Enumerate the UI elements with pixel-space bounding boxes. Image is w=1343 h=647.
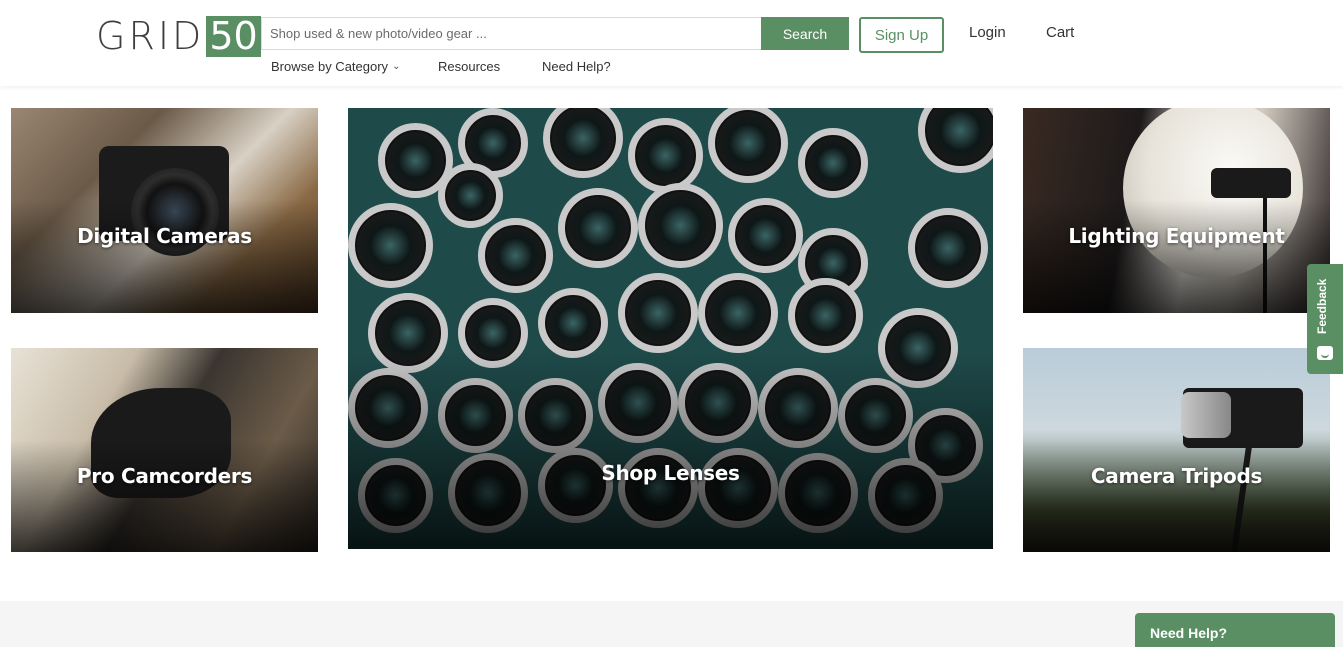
cart-link[interactable]: Cart [1046,24,1074,41]
lens-ring-image [558,188,638,268]
lens-ring-image [478,218,553,293]
tile-overlay [11,200,318,313]
tile-digital-cameras[interactable]: Digital Cameras [11,108,318,313]
lens-ring-image [638,183,723,268]
login-link[interactable]: Login [969,24,1006,41]
tile-label: Camera Tripods [1090,464,1263,488]
feedback-label: Feedback [1315,278,1329,334]
logo-text: GRID [96,14,205,58]
chevron-down-icon: ⌄ [392,61,401,72]
lens-ring-image [798,128,868,198]
strobe-image [1211,168,1291,198]
smiley-icon [1317,346,1333,360]
tile-shop-lenses[interactable]: Shop Lenses [348,108,993,549]
tile-overlay [1023,200,1330,313]
resources-link[interactable]: Resources [438,59,500,74]
browse-by-category-menu[interactable]: Browse by Category ⌄ [271,59,400,74]
tile-camera-tripods[interactable]: Camera Tripods [1023,348,1330,552]
tile-pro-camcorders[interactable]: Pro Camcorders [11,348,318,552]
lens-ring-image [908,208,988,288]
need-help-link[interactable]: Need Help? [542,59,611,74]
lens-ring-image [618,273,698,353]
lens-ring-image [698,273,778,353]
lens-ring-image [348,203,433,288]
lens-ring-image [628,118,703,193]
site-header: GRID 50 Search Sign Up Login Cart Browse… [0,0,1343,86]
logo-number: 50 [206,16,261,57]
search-input[interactable] [261,17,761,50]
tile-label: Pro Camcorders [76,464,253,488]
lens-ring-image [918,108,993,173]
lens-ring-image [788,278,863,353]
tile-overlay [1023,439,1330,552]
grid50-logo[interactable]: GRID 50 [96,16,261,57]
tile-lighting-equipment[interactable]: Lighting Equipment [1023,108,1330,313]
lens-ring-image [438,163,503,228]
lens-ring-image [728,198,803,273]
feedback-tab[interactable]: Feedback [1307,264,1343,374]
lens-ring-image [543,108,623,178]
tile-overlay [11,439,318,552]
search-bar: Search [261,17,849,50]
tile-label: Lighting Equipment [1068,224,1285,248]
need-help-widget[interactable]: Need Help? [1135,613,1335,647]
sign-up-button[interactable]: Sign Up [859,17,944,53]
lens-ring-image [708,108,788,183]
lens-ring-image [538,288,608,358]
tile-label: Digital Cameras [77,224,252,248]
browse-by-category-label: Browse by Category [271,59,389,74]
tripod-lens-image [1181,392,1231,438]
tile-overlay [348,350,993,549]
tile-label: Shop Lenses [601,461,740,485]
search-button[interactable]: Search [761,17,849,50]
